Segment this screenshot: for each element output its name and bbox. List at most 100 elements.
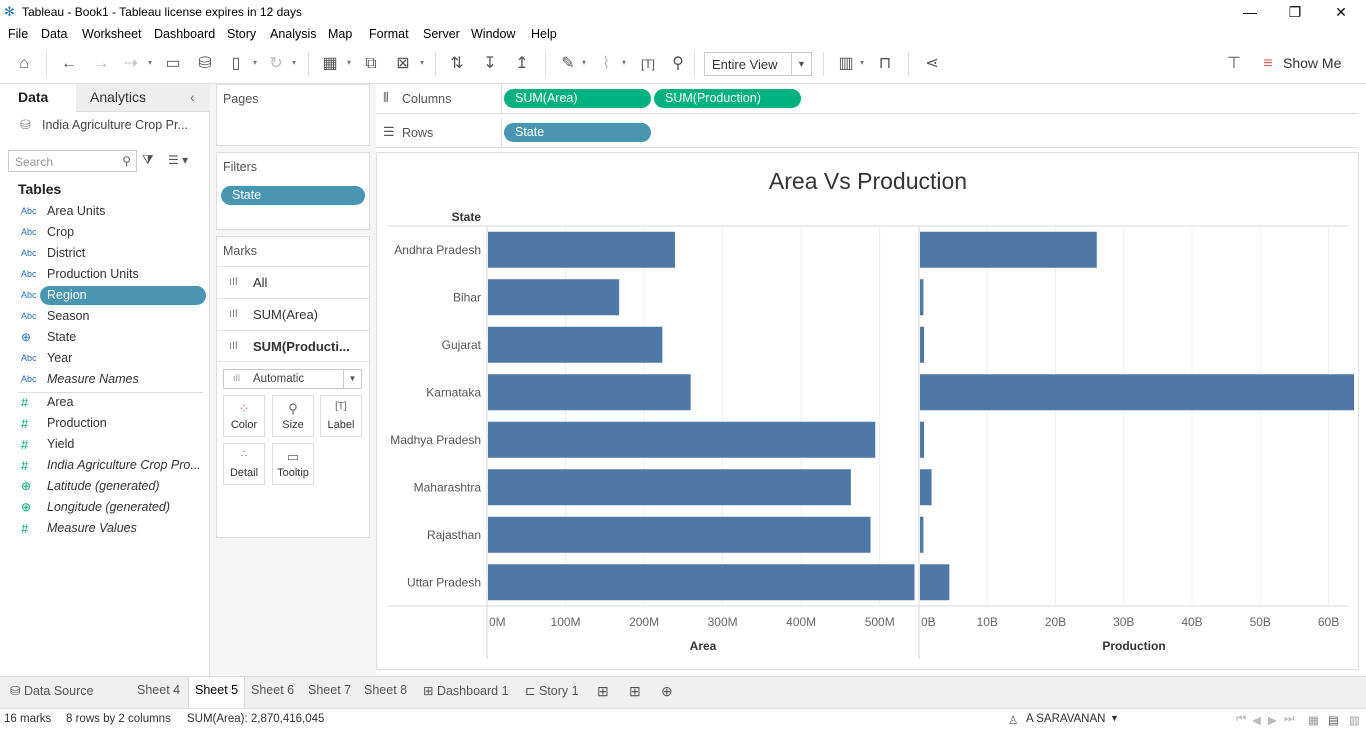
tab-data-source[interactable]: ⛁ Data Source <box>10 683 93 698</box>
fix-axes-icon[interactable]: ⚲ <box>668 54 688 74</box>
presentation-mode-icon[interactable]: ⊓ <box>875 54 895 74</box>
sort-ascending-icon[interactable]: ↧ <box>480 54 500 74</box>
marks-row-all[interactable]: ıIl All <box>217 266 369 298</box>
fit-dropdown[interactable]: Entire View ▼ <box>704 52 812 76</box>
filmstrip-view-icon[interactable]: ▤ <box>1328 713 1339 727</box>
field-latitude[interactable]: ⊕ Latitude (generated) <box>0 476 206 497</box>
highlight-icon[interactable]: ✎ <box>558 54 578 74</box>
detail-button[interactable]: ∴ Detail <box>223 443 265 485</box>
tab-sheet-4[interactable]: Sheet 4 <box>137 683 180 697</box>
share-icon[interactable]: ⋖ <box>922 54 942 74</box>
chevron-down-icon[interactable]: ▾ <box>420 58 424 67</box>
new-worksheet-icon[interactable]: ⊞ <box>597 683 609 700</box>
show-cards-icon[interactable]: ▥ <box>836 54 856 74</box>
pill-sum-production[interactable]: SUM(Production) <box>654 89 801 108</box>
chevron-down-icon[interactable]: ▾ <box>253 58 257 67</box>
label-button[interactable]: [T] Label <box>320 395 362 437</box>
swap-rows-columns-icon[interactable]: ⇅ <box>447 54 467 74</box>
new-datasource-icon[interactable]: ⛁ <box>195 54 215 74</box>
close-button[interactable]: ✕ <box>1318 2 1364 22</box>
tab-sheet-8[interactable]: Sheet 8 <box>364 683 407 697</box>
search-input[interactable]: Search ⚲ <box>8 150 137 172</box>
pages-card[interactable]: Pages <box>216 84 370 146</box>
menu-window[interactable]: Window <box>471 27 515 41</box>
field-crop[interactable]: Abc Crop <box>0 222 206 243</box>
list-view-icon[interactable]: ▥ <box>1349 713 1360 727</box>
menu-data[interactable]: Data <box>41 27 67 41</box>
chevron-down-icon[interactable]: ▾ <box>860 58 864 67</box>
undo-icon[interactable]: ← <box>59 54 79 74</box>
show-me-icon[interactable]: ≡ <box>1258 54 1278 74</box>
field-district[interactable]: Abc District <box>0 243 206 264</box>
minimize-button[interactable]: — <box>1227 2 1273 22</box>
pill-sum-area[interactable]: SUM(Area) <box>504 89 651 108</box>
redo-icon[interactable]: → <box>91 54 111 74</box>
refresh-icon[interactable]: ↻ <box>266 54 286 74</box>
pause-updates-icon[interactable]: ▯ <box>226 54 246 74</box>
mark-type-dropdown[interactable]: ıIl Automatic ▼ <box>223 369 362 389</box>
menu-analysis[interactable]: Analysis <box>270 27 317 41</box>
view-list-icon[interactable]: ☰ ▾ <box>168 153 188 167</box>
menu-file[interactable]: File <box>8 27 28 41</box>
field-year[interactable]: Abc Year <box>0 348 206 369</box>
format-workbook-icon[interactable]: ⊤ <box>1224 54 1244 74</box>
chevron-down-icon[interactable]: ▾ <box>347 58 351 67</box>
menu-server[interactable]: Server <box>423 27 460 41</box>
tab-story-1[interactable]: ⊏ Story 1 <box>525 683 579 698</box>
home-icon[interactable]: ⌂ <box>14 54 34 74</box>
group-members-icon[interactable]: ⌇ <box>596 54 616 74</box>
filter-icon[interactable]: ⧩ <box>142 152 154 168</box>
menu-map[interactable]: Map <box>328 27 352 41</box>
tab-sheet-6[interactable]: Sheet 6 <box>251 683 294 697</box>
datasource-name[interactable]: India Agriculture Crop Pr... <box>42 118 188 132</box>
new-dashboard-icon[interactable]: ⊞ <box>629 683 641 700</box>
chevron-down-icon[interactable]: ▼ <box>1110 713 1119 723</box>
prev-page-icon[interactable]: ◀ <box>1252 713 1261 727</box>
tab-data[interactable]: Data <box>0 84 76 112</box>
field-measure-names[interactable]: Abc Measure Names <box>0 369 206 390</box>
filters-card[interactable]: Filters State <box>216 152 370 230</box>
tooltip-button[interactable]: ▭ Tooltip <box>272 443 314 485</box>
tab-sheet-5[interactable]: Sheet 5 <box>188 677 246 709</box>
replay-icon[interactable]: ⇢ <box>121 54 141 74</box>
marks-row-sum-production[interactable]: ıIl SUM(Producti... <box>217 330 369 362</box>
duplicate-sheet-icon[interactable]: ⧉ <box>361 54 381 74</box>
show-mark-labels-icon[interactable]: [T] <box>638 54 658 74</box>
tab-dashboard-1[interactable]: ⊞ Dashboard 1 <box>423 683 509 698</box>
last-page-icon[interactable]: ⏭ <box>1284 713 1294 726</box>
first-page-icon[interactable]: ⏮ <box>1236 713 1246 726</box>
chevron-down-icon[interactable]: ▾ <box>292 58 296 67</box>
pill-state[interactable]: State <box>504 123 651 142</box>
show-me-button[interactable]: Show Me <box>1283 55 1341 71</box>
field-season[interactable]: Abc Season <box>0 306 206 327</box>
new-worksheet-icon[interactable]: ▦ <box>320 54 340 74</box>
field-longitude[interactable]: ⊕ Longitude (generated) <box>0 497 206 518</box>
clear-sheet-icon[interactable]: ⊠ <box>393 54 413 74</box>
save-icon[interactable]: ▭ <box>163 54 183 74</box>
columns-shelf[interactable]: ⦀ Columns SUM(Area) SUM(Production) <box>376 84 1358 114</box>
field-region[interactable]: Abc Region <box>0 285 206 306</box>
menu-format[interactable]: Format <box>369 27 409 41</box>
chevron-down-icon[interactable]: ▾ <box>622 58 626 67</box>
color-button[interactable]: ⁘ Color <box>223 395 265 437</box>
user-name[interactable]: A SARAVANAN <box>1026 713 1105 725</box>
menu-help[interactable]: Help <box>531 27 557 41</box>
field-area-units[interactable]: Abc Area Units <box>0 201 206 222</box>
collapse-pane-icon[interactable]: ‹ <box>190 89 195 105</box>
filter-pill-state[interactable]: State <box>221 186 365 205</box>
next-page-icon[interactable]: ▶ <box>1268 713 1277 727</box>
menu-dashboard[interactable]: Dashboard <box>154 27 215 41</box>
field-measure-values[interactable]: # Measure Values <box>0 518 206 539</box>
field-area[interactable]: # Area <box>0 392 206 413</box>
grid-view-icon[interactable]: ▦ <box>1308 713 1319 727</box>
size-button[interactable]: ⚲ Size <box>272 395 314 437</box>
restore-button[interactable]: ❐ <box>1272 2 1318 22</box>
chevron-down-icon[interactable]: ▾ <box>582 58 586 67</box>
field-state[interactable]: ⊕ State <box>0 327 206 348</box>
field-record-count[interactable]: # India Agriculture Crop Pro... <box>0 455 206 476</box>
field-yield[interactable]: # Yield <box>0 434 206 455</box>
menu-worksheet[interactable]: Worksheet <box>82 27 142 41</box>
marks-row-sum-area[interactable]: ıIl SUM(Area) <box>217 298 369 330</box>
rows-shelf[interactable]: ☰ Rows State <box>376 118 1358 148</box>
sort-descending-icon[interactable]: ↥ <box>512 54 532 74</box>
